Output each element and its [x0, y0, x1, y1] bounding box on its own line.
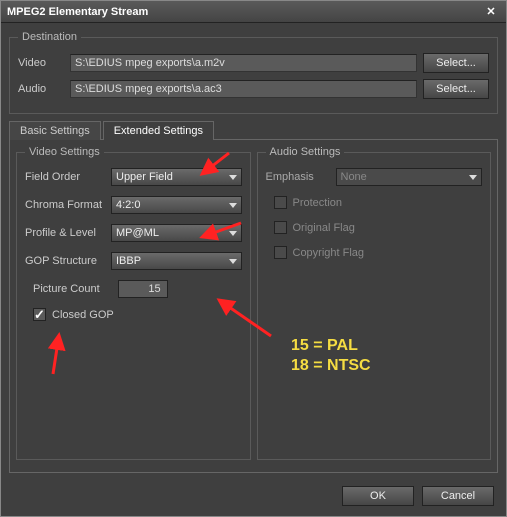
chevron-down-icon: [469, 175, 477, 180]
destination-group: Destination Video S:\EDIUS mpeg exports\…: [9, 31, 498, 114]
audio-select-button[interactable]: Select...: [423, 79, 489, 99]
field-order-row: Field Order Upper Field: [25, 168, 242, 186]
copyright-checkbox: [274, 246, 287, 259]
original-row: Original Flag: [274, 221, 483, 234]
content: Destination Video S:\EDIUS mpeg exports\…: [1, 23, 506, 481]
copyright-row: Copyright Flag: [274, 246, 483, 259]
audio-settings-legend: Audio Settings: [266, 146, 345, 158]
footer-buttons: OK Cancel: [342, 486, 494, 506]
chevron-down-icon: [229, 259, 237, 264]
protection-checkbox: [274, 196, 287, 209]
chroma-row: Chroma Format 4:2:0: [25, 196, 242, 214]
original-checkbox: [274, 221, 287, 234]
destination-legend: Destination: [18, 31, 81, 43]
protection-row: Protection: [274, 196, 483, 209]
emphasis-value: None: [341, 171, 367, 183]
profile-label: Profile & Level: [25, 227, 111, 239]
chevron-down-icon: [229, 231, 237, 236]
chevron-down-icon: [229, 203, 237, 208]
audio-settings-group: Audio Settings Emphasis None Protection …: [257, 146, 492, 460]
audio-settings-column: Audio Settings Emphasis None Protection …: [257, 146, 492, 466]
chroma-select[interactable]: 4:2:0: [111, 196, 242, 214]
cancel-button[interactable]: Cancel: [422, 486, 494, 506]
video-path-row: Video S:\EDIUS mpeg exports\a.m2v Select…: [18, 53, 489, 73]
picture-count-input[interactable]: 15: [118, 280, 168, 298]
field-order-select[interactable]: Upper Field: [111, 168, 242, 186]
video-select-button[interactable]: Select...: [423, 53, 489, 73]
ok-button[interactable]: OK: [342, 486, 414, 506]
video-label: Video: [18, 57, 64, 69]
tab-extended-settings[interactable]: Extended Settings: [103, 121, 214, 140]
gop-value: IBBP: [116, 255, 141, 267]
gop-select[interactable]: IBBP: [111, 252, 242, 270]
picture-count-row: Picture Count 15: [33, 280, 242, 298]
close-icon[interactable]: ✕: [482, 5, 500, 18]
tab-basic-settings[interactable]: Basic Settings: [9, 121, 101, 140]
video-settings-column: Video Settings Field Order Upper Field C…: [16, 146, 251, 466]
emphasis-select: None: [336, 168, 483, 186]
gop-row: GOP Structure IBBP: [25, 252, 242, 270]
copyright-label: Copyright Flag: [293, 247, 365, 259]
emphasis-row: Emphasis None: [266, 168, 483, 186]
profile-row: Profile & Level MP@ML: [25, 224, 242, 242]
tabs: Basic Settings Extended Settings: [9, 120, 498, 139]
picture-count-label: Picture Count: [33, 283, 100, 295]
video-settings-group: Video Settings Field Order Upper Field C…: [16, 146, 251, 460]
profile-value: MP@ML: [116, 227, 159, 239]
video-path-input[interactable]: S:\EDIUS mpeg exports\a.m2v: [70, 54, 417, 72]
closed-gop-row[interactable]: Closed GOP: [33, 308, 242, 321]
protection-label: Protection: [293, 197, 343, 209]
profile-select[interactable]: MP@ML: [111, 224, 242, 242]
audio-label: Audio: [18, 83, 64, 95]
closed-gop-checkbox[interactable]: [33, 308, 46, 321]
field-order-value: Upper Field: [116, 171, 173, 183]
audio-path-input[interactable]: S:\EDIUS mpeg exports\a.ac3: [70, 80, 417, 98]
gop-label: GOP Structure: [25, 255, 111, 267]
audio-path-row: Audio S:\EDIUS mpeg exports\a.ac3 Select…: [18, 79, 489, 99]
original-label: Original Flag: [293, 222, 355, 234]
field-order-label: Field Order: [25, 171, 111, 183]
titlebar: MPEG2 Elementary Stream ✕: [1, 1, 506, 23]
video-settings-legend: Video Settings: [25, 146, 104, 158]
closed-gop-label: Closed GOP: [52, 309, 114, 321]
chroma-label: Chroma Format: [25, 199, 111, 211]
window-title: MPEG2 Elementary Stream: [7, 6, 148, 18]
tab-body: Video Settings Field Order Upper Field C…: [9, 139, 498, 473]
chroma-value: 4:2:0: [116, 199, 140, 211]
chevron-down-icon: [229, 175, 237, 180]
emphasis-label: Emphasis: [266, 171, 336, 183]
